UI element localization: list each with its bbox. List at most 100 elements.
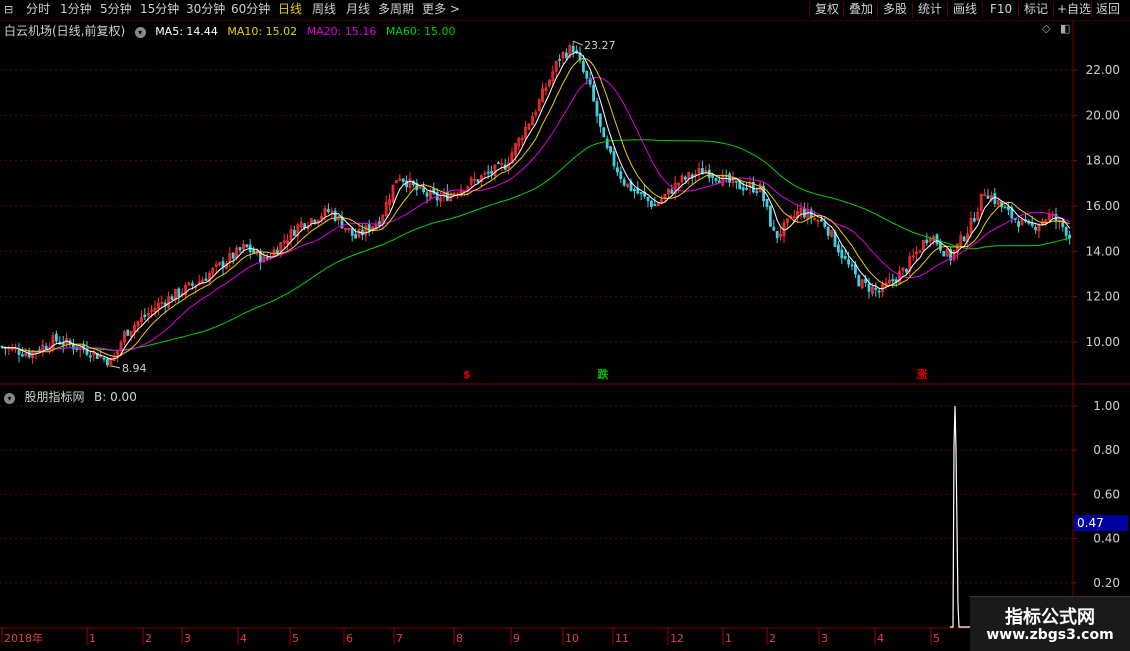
candle-body — [303, 223, 307, 228]
candle-body — [585, 70, 589, 79]
x-tick-label: 1 — [725, 632, 732, 645]
candle-body — [401, 178, 405, 182]
candle-body — [265, 257, 269, 259]
candle-body — [170, 296, 174, 301]
y-tick-label: 12.00 — [1086, 290, 1120, 304]
x-tick-label: 7 — [396, 632, 403, 645]
candle-body — [653, 204, 657, 207]
candle-body — [1064, 227, 1068, 236]
candle-body — [891, 279, 895, 282]
candle-body — [582, 61, 585, 72]
candle-body — [840, 249, 844, 259]
candle-body — [650, 200, 653, 207]
candle-body — [711, 175, 714, 178]
candle-body — [571, 45, 575, 53]
candle-body — [476, 179, 480, 183]
candle-body — [741, 187, 745, 191]
candle-body — [1007, 206, 1010, 211]
candle-body — [558, 58, 561, 61]
candle-body — [775, 231, 779, 239]
candle-body — [17, 349, 21, 355]
candle-body — [313, 219, 317, 223]
x-tick-label: 5 — [292, 632, 299, 645]
candle-body — [837, 244, 840, 253]
sub-y-tick-label: 0.20 — [1093, 576, 1120, 590]
x-tick-label: 4 — [877, 632, 884, 645]
x-tick-label: 12 — [670, 632, 684, 645]
stock-chart[interactable]: 22.00 20.00 18.00 16.00 14.00 12.00 10.00 1.00 0… — [0, 0, 1130, 650]
candle-body — [823, 222, 827, 228]
candle-body — [867, 283, 871, 292]
candle-body — [204, 278, 208, 281]
candle-body — [496, 162, 500, 165]
candle-body — [728, 173, 731, 183]
candle-body — [106, 358, 109, 366]
candle-body — [616, 167, 619, 173]
candle-body — [707, 169, 711, 178]
candle-body — [425, 192, 429, 197]
candle-body — [44, 346, 48, 350]
candle-body — [190, 283, 194, 286]
candle-body — [826, 226, 830, 236]
candle-body — [993, 193, 997, 204]
candle-body — [326, 209, 330, 213]
y-tick-label: 10.00 — [1086, 335, 1120, 349]
candle-body — [102, 357, 106, 360]
candle-body — [422, 187, 426, 193]
candle-body — [962, 236, 966, 242]
candle-body — [820, 219, 823, 222]
candle-body — [231, 252, 235, 259]
candle-body — [670, 189, 674, 194]
candle-body — [177, 288, 181, 297]
candle-body — [565, 52, 568, 58]
candle-body — [89, 355, 92, 358]
candle-body — [605, 138, 609, 149]
candle-body — [354, 234, 358, 239]
candle-body — [905, 268, 908, 273]
candle-body — [942, 251, 946, 257]
ma20-line — [1, 76, 1070, 352]
candle-body — [292, 229, 296, 236]
indicator-series — [950, 405, 1073, 628]
candle-body — [925, 239, 929, 244]
candle-body — [622, 179, 626, 186]
candle-body — [1003, 206, 1007, 209]
x-tick-label: 5 — [933, 632, 940, 645]
candle-body — [595, 100, 599, 117]
candle-body — [1068, 234, 1071, 239]
candle-body — [639, 192, 643, 194]
candle-body — [275, 249, 279, 254]
x-tick-label: 3 — [184, 632, 191, 645]
candle-body — [486, 171, 490, 174]
signal-marker: $ — [463, 368, 471, 381]
x-tick-label: 1 — [89, 632, 96, 645]
y-tick-label: 16.00 — [1086, 199, 1120, 213]
candle-body — [1017, 221, 1020, 227]
x-tick-label: 8 — [456, 632, 463, 645]
candle-body — [143, 314, 147, 318]
low-pointer — [111, 365, 121, 369]
watermark-title: 指标公式网 — [1005, 607, 1095, 628]
current-value-label: 0.47 — [1077, 516, 1104, 530]
candle-body — [612, 151, 616, 167]
candle-body — [633, 189, 636, 192]
candle-body — [684, 176, 687, 180]
x-tick-label: 6 — [346, 632, 353, 645]
candle-body — [1034, 227, 1037, 231]
candle-body — [360, 229, 364, 236]
candle-body — [609, 146, 612, 153]
x-tick-label: 3 — [821, 632, 828, 645]
sub-y-tick-label: 1.00 — [1093, 399, 1120, 413]
high-price-label: 23.27 — [584, 39, 616, 52]
y-tick-label: 18.00 — [1086, 154, 1120, 168]
signal-marker: 涨 — [917, 367, 928, 381]
sub-y-tick-label: 0.60 — [1093, 487, 1120, 501]
candle-body — [350, 227, 354, 236]
candle-body — [755, 191, 759, 193]
y-tick-label: 14.00 — [1086, 244, 1120, 258]
candle-body — [735, 180, 738, 183]
candle-body — [592, 84, 595, 102]
x-tick-label: 4 — [240, 632, 247, 645]
candle-body — [986, 195, 990, 199]
signal-marker: 跌 — [598, 367, 610, 381]
